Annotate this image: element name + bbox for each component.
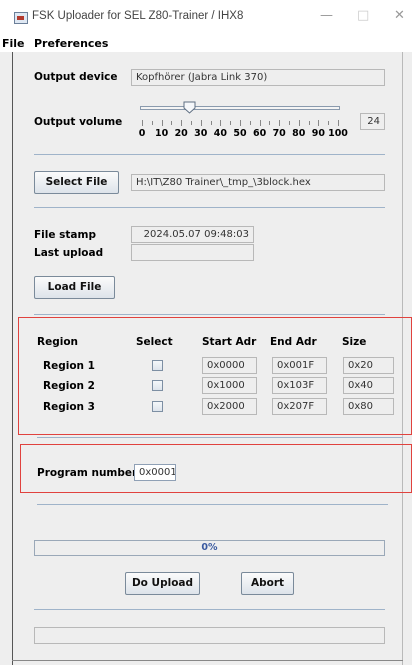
abort-button[interactable]: Abort <box>241 572 294 595</box>
window-title: FSK Uploader for SEL Z80-Trainer / IHX8 <box>32 10 244 22</box>
volume-slider-thumb[interactable] <box>183 101 196 114</box>
slider-tick <box>161 120 163 126</box>
region-1-start-field: 0x0000 <box>202 357 257 374</box>
output-device-label: Output device <box>34 71 118 83</box>
slider-tick <box>220 120 222 126</box>
header-start-adr: Start Adr <box>202 336 257 348</box>
status-field <box>34 627 385 644</box>
slider-tick <box>210 121 212 125</box>
slider-tick-label: 80 <box>292 128 306 139</box>
slider-tick <box>308 121 310 125</box>
slider-tick <box>191 121 192 125</box>
upload-progress-bar: 0% <box>34 540 385 556</box>
slider-tick <box>249 121 251 125</box>
app-window: FSK Uploader for SEL Z80-Trainer / IHX8 … <box>0 0 412 665</box>
last-upload-label: Last upload <box>34 247 104 259</box>
separator-4 <box>37 437 403 438</box>
select-file-button[interactable]: Select File <box>34 171 119 194</box>
header-size: Size <box>342 336 367 348</box>
region-2-start-field: 0x1000 <box>202 377 257 394</box>
program-number-label: Program number <box>37 467 138 479</box>
output-device-field: Kopfhörer (Jabra Link 370) <box>131 69 385 86</box>
slider-tick <box>269 121 271 125</box>
menu-file[interactable]: File <box>2 37 25 50</box>
slider-tick-label: 10 <box>154 128 169 139</box>
file-stamp-field: 2024.05.07 09:48:03 <box>131 226 254 243</box>
region-3-checkbox[interactable] <box>152 401 163 412</box>
region-3-end-field: 0x207F <box>272 398 327 415</box>
program-number-input[interactable]: 0x0001 <box>134 464 176 481</box>
slider-tick-label: 30 <box>194 128 208 139</box>
region-1-checkbox[interactable] <box>152 360 163 371</box>
volume-slider-track[interactable] <box>140 106 340 110</box>
region-1-size-field: 0x20 <box>343 357 394 374</box>
slider-tick <box>259 120 261 126</box>
slider-tick <box>240 120 241 126</box>
minimize-icon[interactable]: — <box>320 8 333 23</box>
slider-tick-label: 0 <box>138 128 146 139</box>
frame-left-border <box>12 52 13 665</box>
slider-tick <box>328 121 330 125</box>
upload-progress-text: 0% <box>201 542 218 553</box>
slider-tick <box>230 121 232 125</box>
slider-tick <box>289 121 290 125</box>
separator-6 <box>34 609 385 610</box>
maximize-icon[interactable]: □ <box>357 8 369 23</box>
region-3-label: Region 3 <box>43 401 95 413</box>
separator-2 <box>34 207 385 208</box>
regions-highlight-box <box>18 317 412 435</box>
frame-bottom-border <box>12 660 403 661</box>
region-1-label: Region 1 <box>43 360 95 372</box>
slider-tick <box>318 120 320 126</box>
slider-tick-label: 90 <box>311 128 326 139</box>
last-upload-field <box>131 244 254 261</box>
file-stamp-label: File stamp <box>34 229 96 241</box>
do-upload-button[interactable]: Do Upload <box>125 572 200 595</box>
slider-tick-label: 50 <box>233 128 247 139</box>
slider-tick <box>338 120 339 126</box>
region-3-size-field: 0x80 <box>343 398 394 415</box>
separator-1 <box>34 154 385 155</box>
separator-3 <box>34 314 385 315</box>
slider-tick <box>279 120 281 126</box>
slider-tick-label: 70 <box>272 128 286 139</box>
region-2-size-field: 0x40 <box>343 377 394 394</box>
java-app-icon <box>14 12 28 24</box>
header-region: Region <box>37 336 79 348</box>
file-path-field: H:\IT\Z80 Trainer\_tmp_\3block.hex <box>131 174 385 191</box>
slider-tick-label: 100 <box>328 128 348 139</box>
title-bar: FSK Uploader for SEL Z80-Trainer / IHX8 … <box>0 0 412 34</box>
slider-tick-label: 60 <box>252 128 267 139</box>
menu-bar: File Preferences <box>0 34 412 52</box>
slider-tick-label: 20 <box>174 128 188 139</box>
region-2-checkbox[interactable] <box>152 380 163 391</box>
region-1-end-field: 0x001F <box>272 357 327 374</box>
slider-tick <box>298 120 300 126</box>
header-end-adr: End Adr <box>270 336 317 348</box>
slider-tick <box>181 120 183 126</box>
slider-tick-label: 40 <box>213 128 228 139</box>
slider-tick <box>171 121 173 125</box>
separator-5 <box>37 504 388 505</box>
slider-tick <box>142 120 143 126</box>
region-3-start-field: 0x2000 <box>202 398 257 415</box>
region-2-label: Region 2 <box>43 380 95 392</box>
menu-preferences[interactable]: Preferences <box>34 37 108 50</box>
region-2-end-field: 0x103F <box>272 377 327 394</box>
load-file-button[interactable]: Load File <box>34 276 115 299</box>
close-icon[interactable]: ✕ <box>394 8 405 23</box>
output-volume-label: Output volume <box>34 116 123 128</box>
slider-tick <box>200 120 202 126</box>
volume-value-field[interactable]: 24 <box>360 113 385 130</box>
header-select: Select <box>136 336 173 348</box>
slider-tick <box>151 121 153 125</box>
